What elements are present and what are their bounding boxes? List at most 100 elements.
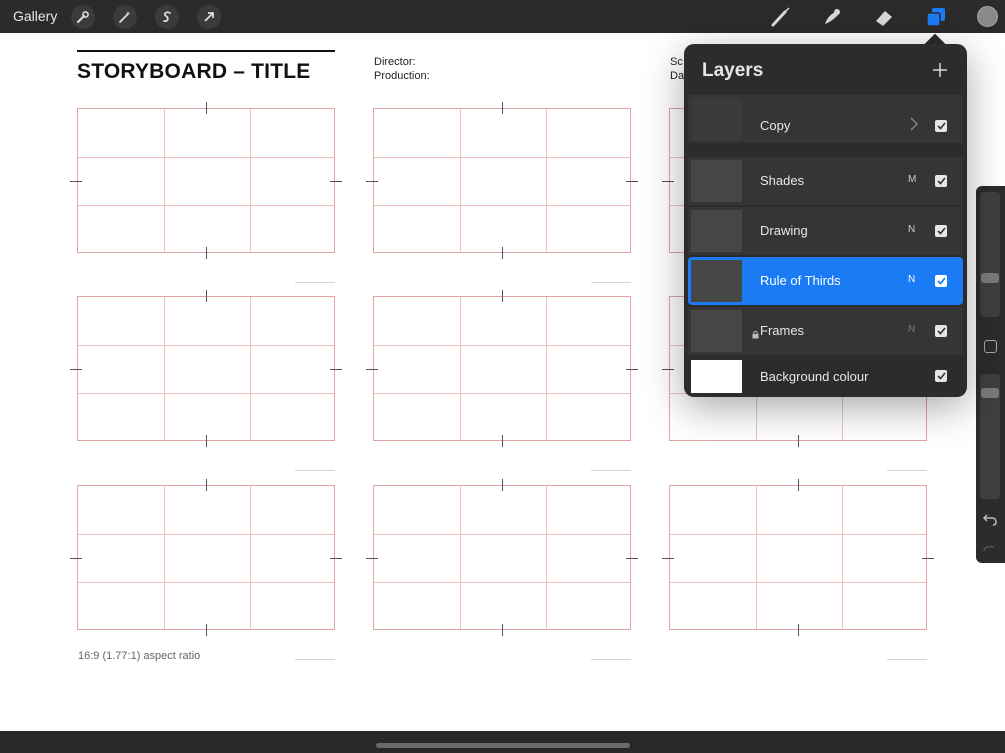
chevron-right-icon[interactable] bbox=[910, 117, 918, 136]
layer-name: Background colour bbox=[760, 369, 869, 384]
thirds-grid-line bbox=[546, 486, 547, 629]
layer-name: Drawing bbox=[760, 223, 808, 238]
registration-tick bbox=[502, 290, 503, 302]
registration-tick bbox=[662, 368, 674, 370]
registration-tick bbox=[206, 247, 207, 259]
registration-tick bbox=[626, 557, 638, 559]
layers-panel: Layers Copy Shades M Drawing N Rule of T… bbox=[684, 44, 967, 397]
thirds-grid-line bbox=[374, 205, 630, 206]
registration-tick bbox=[626, 180, 638, 182]
brush-size-knob[interactable] bbox=[981, 272, 999, 283]
undo-icon[interactable] bbox=[982, 513, 998, 532]
brush-size-slider[interactable] bbox=[980, 192, 1000, 317]
frame-number-line bbox=[295, 282, 335, 283]
thirds-grid-line bbox=[250, 109, 251, 252]
storyboard-frame bbox=[77, 108, 335, 253]
magic-wand-icon[interactable] bbox=[113, 5, 137, 29]
storyboard-frame bbox=[373, 485, 631, 630]
thirds-grid-line bbox=[78, 582, 334, 583]
opacity-slider[interactable] bbox=[980, 374, 1000, 499]
storyboard-title: STORYBOARD – TITLE bbox=[77, 60, 311, 83]
layer-name: Rule of Thirds bbox=[760, 273, 841, 288]
blend-mode-button[interactable]: N bbox=[908, 224, 915, 235]
plus-icon[interactable] bbox=[930, 60, 950, 80]
layer-row-frames[interactable]: Frames N bbox=[688, 307, 963, 355]
storyboard-frame bbox=[77, 296, 335, 441]
layer-row-copy[interactable]: Copy bbox=[688, 95, 963, 143]
thirds-grid-line bbox=[78, 157, 334, 158]
procreate-app: Gallery STORYBOARD – TITLE Director: Pro… bbox=[0, 0, 1005, 753]
credits-block: Director: Production: bbox=[374, 55, 430, 83]
registration-tick bbox=[798, 624, 799, 636]
registration-tick bbox=[626, 368, 638, 370]
thirds-grid-line bbox=[374, 345, 630, 346]
thirds-grid-line bbox=[374, 534, 630, 535]
gallery-button[interactable]: Gallery bbox=[13, 8, 57, 24]
registration-tick bbox=[502, 479, 503, 491]
registration-tick bbox=[662, 180, 674, 182]
registration-tick bbox=[502, 435, 503, 447]
thirds-grid-line bbox=[842, 486, 843, 629]
layers-icon[interactable] bbox=[924, 5, 948, 29]
thirds-grid-line bbox=[250, 486, 251, 629]
thirds-grid-line bbox=[460, 486, 461, 629]
registration-tick bbox=[330, 557, 342, 559]
thirds-grid-line bbox=[78, 534, 334, 535]
layer-visibility-checkbox[interactable] bbox=[935, 275, 947, 287]
brush-icon[interactable] bbox=[769, 5, 793, 29]
registration-tick bbox=[206, 479, 207, 491]
scene-date-block: Sc Da bbox=[670, 55, 684, 83]
home-indicator[interactable] bbox=[376, 743, 630, 748]
blend-mode-button[interactable]: M bbox=[908, 174, 916, 185]
frame-number-line bbox=[887, 470, 927, 471]
scene-label: Sc bbox=[670, 56, 683, 68]
blend-mode-button[interactable]: N bbox=[908, 324, 915, 335]
thirds-grid-line bbox=[460, 109, 461, 252]
thirds-grid-line bbox=[460, 297, 461, 440]
frame-number-line bbox=[295, 659, 335, 660]
layer-thumbnail bbox=[691, 260, 742, 302]
wrench-icon[interactable] bbox=[71, 5, 95, 29]
layer-row-shades[interactable]: Shades M bbox=[688, 157, 963, 205]
lock-icon bbox=[752, 326, 759, 344]
eraser-icon[interactable] bbox=[872, 5, 896, 29]
registration-tick bbox=[366, 368, 378, 370]
layer-row-rule-of-thirds[interactable]: Rule of Thirds N bbox=[688, 257, 963, 305]
layer-row-drawing[interactable]: Drawing N bbox=[688, 207, 963, 255]
opacity-knob[interactable] bbox=[981, 387, 999, 398]
director-label: Director: bbox=[374, 56, 416, 68]
layer-visibility-checkbox[interactable] bbox=[935, 175, 947, 187]
thirds-grid-line bbox=[756, 486, 757, 629]
production-label: Production: bbox=[374, 70, 430, 82]
thirds-grid-line bbox=[78, 393, 334, 394]
registration-tick bbox=[662, 557, 674, 559]
storyboard-frame bbox=[669, 485, 927, 630]
smudge-icon[interactable] bbox=[820, 5, 844, 29]
layer-visibility-checkbox[interactable] bbox=[935, 325, 947, 337]
color-picker-swatch[interactable] bbox=[977, 6, 998, 27]
layer-name: Copy bbox=[760, 118, 791, 133]
layer-visibility-checkbox[interactable] bbox=[935, 370, 947, 382]
thirds-grid-line bbox=[374, 582, 630, 583]
transform-arrow-icon[interactable] bbox=[197, 5, 221, 29]
layer-row-background-colour[interactable]: Background colour bbox=[688, 357, 963, 397]
frame-number-line bbox=[887, 659, 927, 660]
registration-tick bbox=[366, 180, 378, 182]
registration-tick bbox=[206, 624, 207, 636]
thirds-grid-line bbox=[374, 393, 630, 394]
storyboard-frame bbox=[77, 485, 335, 630]
registration-tick bbox=[798, 435, 799, 447]
thirds-grid-line bbox=[164, 297, 165, 440]
background-colour-swatch[interactable] bbox=[691, 360, 742, 393]
redo-icon[interactable] bbox=[982, 540, 998, 558]
blend-mode-button[interactable]: N bbox=[908, 274, 915, 285]
frame-number-line bbox=[591, 659, 631, 660]
selection-s-icon[interactable] bbox=[155, 5, 179, 29]
thirds-grid-line bbox=[670, 582, 926, 583]
registration-tick bbox=[206, 290, 207, 302]
layer-visibility-checkbox[interactable] bbox=[935, 120, 947, 132]
modify-button[interactable] bbox=[984, 340, 997, 353]
registration-tick bbox=[502, 624, 503, 636]
layer-visibility-checkbox[interactable] bbox=[935, 225, 947, 237]
registration-tick bbox=[922, 557, 934, 559]
